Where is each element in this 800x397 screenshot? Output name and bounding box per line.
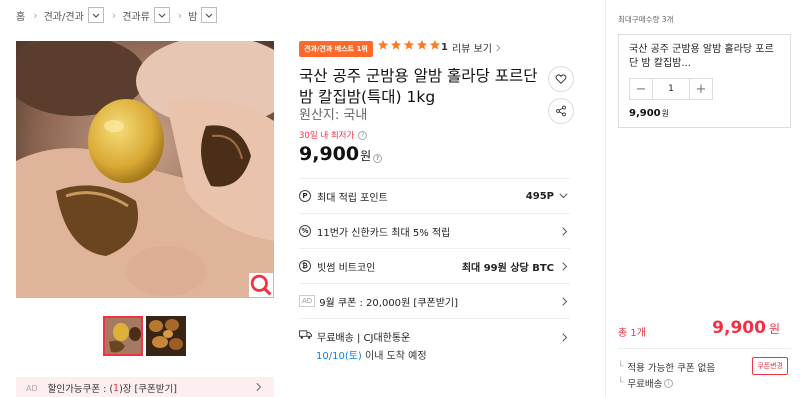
thumbnail-2[interactable] <box>146 316 186 356</box>
points-row[interactable]: P 최대 적립 포인트 495P <box>299 178 570 213</box>
zoom-button[interactable] <box>249 273 273 297</box>
corner-icon: └ <box>618 362 624 372</box>
chevron-right-icon <box>562 296 568 306</box>
wishlist-button[interactable] <box>548 66 574 92</box>
total-price-value: 9,900 <box>712 318 766 338</box>
total-price-unit: 원 <box>768 322 780 336</box>
breadcrumb-home[interactable]: 홈 <box>16 8 25 23</box>
bitcoin-value: 최대 99원 상당 BTC <box>461 262 554 274</box>
breadcrumb-label: 견과류 <box>122 11 150 23</box>
star-icon <box>430 40 440 50</box>
coupon-label: 9월 쿠폰 : 20,000원 [쿠폰받기] <box>319 297 459 309</box>
coupon-bar-prefix: 할인가능쿠폰 : ( <box>47 384 114 395</box>
divider <box>618 348 791 349</box>
bitcoin-icon: ₿ <box>299 260 311 272</box>
ad-tag: AD <box>26 383 38 393</box>
total-count: 총 1개 <box>618 328 646 339</box>
chevron-down-icon[interactable] <box>87 7 104 23</box>
chevron-down-icon <box>559 193 568 199</box>
points-label: 최대 적립 포인트 <box>317 192 388 204</box>
option-name: 국산 공주 군밤용 알밤 홀라당 포르단 밤 칼집밤... <box>629 44 774 69</box>
breadcrumb: 홈 › 견과/견과 › 견과류 › 밤 <box>16 6 218 24</box>
quantity-stepper: − 1 + <box>629 78 713 100</box>
best-badge: 견과/견과 베스트 1위 <box>299 41 373 57</box>
discount-coupon-bar[interactable]: AD 할인가능쿠폰 : (1)장 [쿠폰받기] <box>16 377 274 397</box>
applied-coupon-row: └ 적용 가능한 쿠폰 없음 <box>618 360 715 374</box>
product-price: 9,900 원 ? <box>299 143 383 165</box>
help-icon[interactable]: i <box>664 378 674 388</box>
breadcrumb-category-2[interactable]: 견과류 <box>122 7 170 23</box>
max-quantity-note: 최대구매수량 3개 <box>618 15 674 24</box>
help-icon[interactable]: ? <box>373 154 383 163</box>
lowest-note-label: 30일 내 최저가 <box>299 131 355 141</box>
product-origin: 원산지: 국내 <box>299 108 368 123</box>
bitcoin-row[interactable]: ₿ 빗썸 비트코인 최대 99원 상당 BTC <box>299 248 570 283</box>
plus-button[interactable]: + <box>690 79 712 99</box>
search-icon <box>250 274 272 296</box>
delivery-estimate: 10/10(토) 이내 도착 예정 <box>316 347 427 362</box>
corner-icon: └ <box>618 378 624 388</box>
chevron-right-icon <box>562 226 568 236</box>
heart-icon <box>555 74 567 84</box>
card-row[interactable]: % 11번가 신한카드 최대 5% 적립 <box>299 213 570 248</box>
breadcrumb-separator: › <box>177 8 183 22</box>
truck-icon <box>299 330 312 339</box>
review-label: 리뷰 보기 <box>451 44 492 55</box>
coupon-bar-suffix: )장 [쿠폰받기] <box>119 384 177 395</box>
breadcrumb-separator: › <box>111 8 117 22</box>
rating-stars <box>377 39 441 51</box>
breadcrumb-category-3[interactable]: 밤 <box>188 7 218 23</box>
breadcrumb-label: 견과/견과 <box>43 11 84 23</box>
thumbnail-1[interactable] <box>103 316 143 356</box>
chevron-down-icon[interactable] <box>153 7 170 23</box>
breadcrumb-label: 밤 <box>188 11 198 23</box>
option-price-unit: 원 <box>661 109 670 118</box>
chevron-right-icon <box>496 44 501 51</box>
card-label: 11번가 신한카드 최대 5% 적립 <box>317 227 451 239</box>
ad-tag: AD <box>299 295 316 307</box>
delivery-suffix: 이내 도착 예정 <box>361 351 427 362</box>
shipping-label: 무료배송 | CJ대한통운 <box>317 333 411 344</box>
benefit-list: P 최대 적립 포인트 495P % 11번가 신한카드 최대 5% 적립 ₿ … <box>299 178 570 366</box>
star-icon <box>391 40 401 50</box>
bitcoin-label: 빗썸 비트코인 <box>317 262 376 274</box>
minus-button[interactable]: − <box>630 79 652 99</box>
product-main-image[interactable] <box>16 41 274 298</box>
breadcrumb-separator: › <box>33 8 38 22</box>
star-icon <box>404 40 414 50</box>
shipping-row[interactable]: 무료배송 | CJ대한통운 10/10(토) 이내 도착 예정 <box>299 318 570 366</box>
chevron-right-icon <box>256 382 262 392</box>
review-count: 1 <box>441 42 448 53</box>
help-icon[interactable]: ? <box>358 130 368 140</box>
product-title: 국산 공주 군밤용 알밤 홀라당 포르단 밤 칼집밤(특대) 1kg <box>299 67 538 106</box>
chevron-down-icon[interactable] <box>201 7 218 23</box>
review-link[interactable]: 1 리뷰 보기 <box>441 40 501 55</box>
free-shipping-label: 무료배송 <box>627 379 663 390</box>
price-unit: 원 <box>360 149 372 163</box>
chevron-right-icon <box>562 261 568 271</box>
selected-option-box: 국산 공주 군밤용 알밤 홀라당 포르단 밤 칼집밤... − 1 + 9,90… <box>618 34 791 128</box>
points-value: 495P <box>525 190 554 202</box>
breadcrumb-category-1[interactable]: 견과/견과 <box>44 7 104 23</box>
price-value: 9,900 <box>299 143 360 165</box>
share-icon <box>556 105 566 117</box>
option-price-value: 9,900 <box>629 108 661 119</box>
share-button[interactable] <box>548 98 574 124</box>
star-icon <box>417 40 427 50</box>
delivery-date: 10/10(토) <box>316 351 362 362</box>
coupon-none-label: 적용 가능한 쿠폰 없음 <box>627 363 716 374</box>
total-price: 9,900 원 <box>712 318 780 338</box>
coupon-change-button[interactable]: 쿠폰변경 <box>752 357 788 375</box>
option-price: 9,900 원 <box>629 108 669 119</box>
shipping-fee-row: └ 무료배송 i <box>618 376 674 390</box>
purchase-panel: 최대구매수량 3개 국산 공주 군밤용 알밤 홀라당 포르단 밤 칼집밤... … <box>605 0 800 397</box>
point-icon: P <box>299 190 311 202</box>
chevron-right-icon <box>562 333 568 342</box>
coupon-row[interactable]: AD 9월 쿠폰 : 20,000원 [쿠폰받기] <box>299 283 570 318</box>
percent-icon: % <box>299 225 311 237</box>
star-icon <box>378 40 388 50</box>
thumbnail-list <box>103 316 186 356</box>
lowest-price-note: 30일 내 최저가 ? <box>299 129 368 141</box>
quantity-input[interactable]: 1 <box>652 79 690 99</box>
